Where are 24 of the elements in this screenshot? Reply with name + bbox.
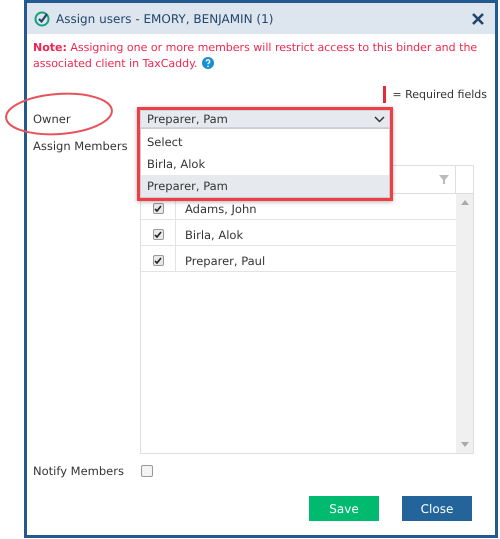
- member-name: Adams, John: [184, 201, 258, 218]
- assign-members-label: Assign Members: [33, 139, 129, 153]
- dropdown-option[interactable]: Preparer, Pam: [141, 175, 389, 197]
- dialog-title: Assign users - EMORY, BENJAMIN (1): [56, 12, 274, 26]
- filter-icon[interactable]: [439, 175, 449, 184]
- notify-members-label: Notify Members: [33, 464, 125, 478]
- member-checkbox[interactable]: [152, 229, 164, 240]
- member-name: Birla, Alok: [184, 227, 244, 244]
- scrollbar[interactable]: [456, 194, 473, 453]
- scroll-up-icon[interactable]: [460, 200, 468, 205]
- scroll-down-icon[interactable]: [460, 442, 468, 447]
- required-marker: [383, 86, 386, 102]
- owner-label: Owner: [33, 111, 72, 126]
- required-legend: = Required fields: [392, 88, 487, 100]
- member-checkbox[interactable]: [152, 203, 164, 214]
- notify-checkbox[interactable]: [141, 465, 153, 477]
- help-icon[interactable]: [202, 57, 214, 69]
- note-text: Note: Assigning one or more members will restrict access to this binder and the associated client in TaxCaddy.: [33, 40, 478, 72]
- chevron-icon: [374, 116, 385, 122]
- member-name: Preparer, Paul: [184, 253, 266, 270]
- close-button[interactable]: Close: [402, 496, 472, 521]
- check-circle-icon: [34, 10, 50, 26]
- owner-select[interactable]: Preparer, Pam: [140, 110, 390, 128]
- member-checkbox[interactable]: [152, 255, 164, 266]
